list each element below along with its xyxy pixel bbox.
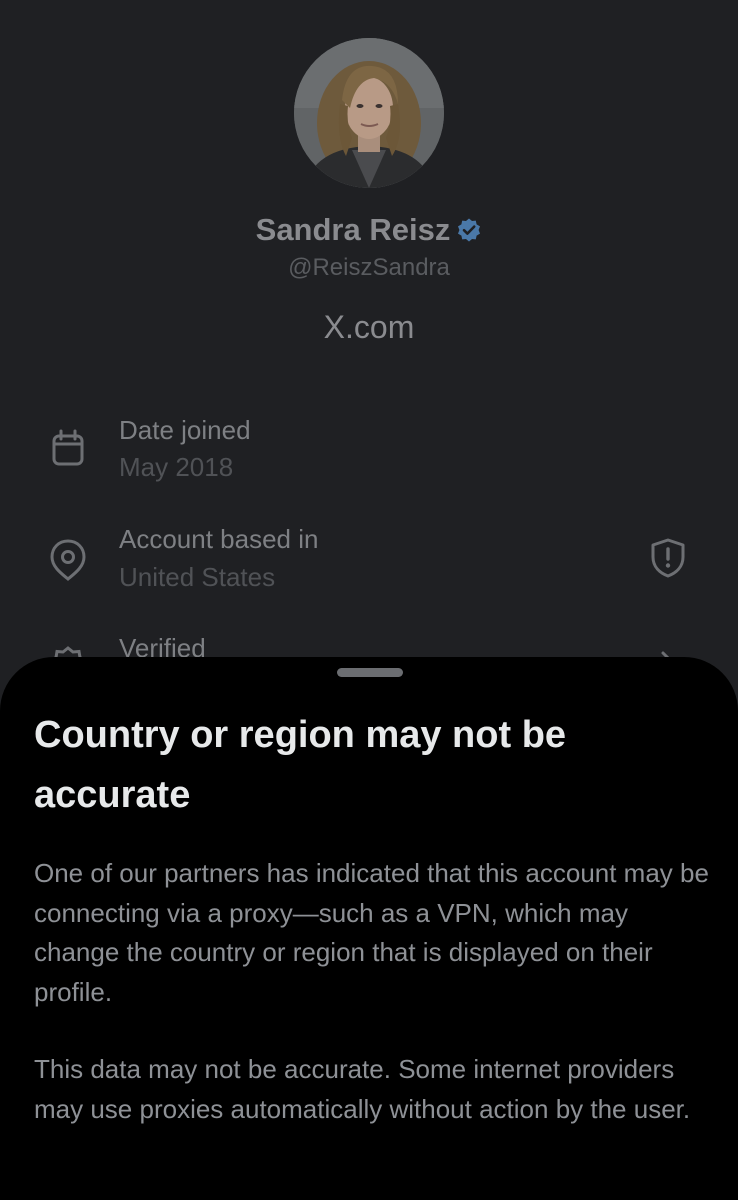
date-joined-value: May 2018 <box>119 452 234 482</box>
profile-name: Sandra Reisz <box>255 212 451 247</box>
profile-handle: @ReiszSandra <box>288 254 450 281</box>
avatar-image <box>294 38 444 188</box>
profile-name-row: Sandra Reisz <box>0 210 738 253</box>
profile-avatar[interactable] <box>294 38 444 188</box>
verified-badge-icon <box>456 213 482 253</box>
calendar-icon <box>48 428 88 473</box>
screen: Sandra Reisz @ReiszSandra X.com Date joi… <box>0 0 738 1200</box>
sheet-title: Country or region may not be accurate <box>34 714 567 816</box>
shield-alert-icon[interactable] <box>648 537 688 584</box>
sheet-paragraph-1: One of our partners has indicated that t… <box>34 858 709 1007</box>
location-pin-icon <box>48 538 88 587</box>
account-based-label: Account based in <box>119 524 319 554</box>
sheet-paragraph-2: This data may not be accurate. Some inte… <box>34 1054 691 1124</box>
date-joined-label: Date joined <box>119 415 251 445</box>
bottom-sheet: Country or region may not be accurate On… <box>0 657 738 1200</box>
profile-domain: X.com <box>323 309 415 345</box>
sheet-drag-handle[interactable] <box>337 668 403 677</box>
account-based-value: United States <box>119 562 276 592</box>
